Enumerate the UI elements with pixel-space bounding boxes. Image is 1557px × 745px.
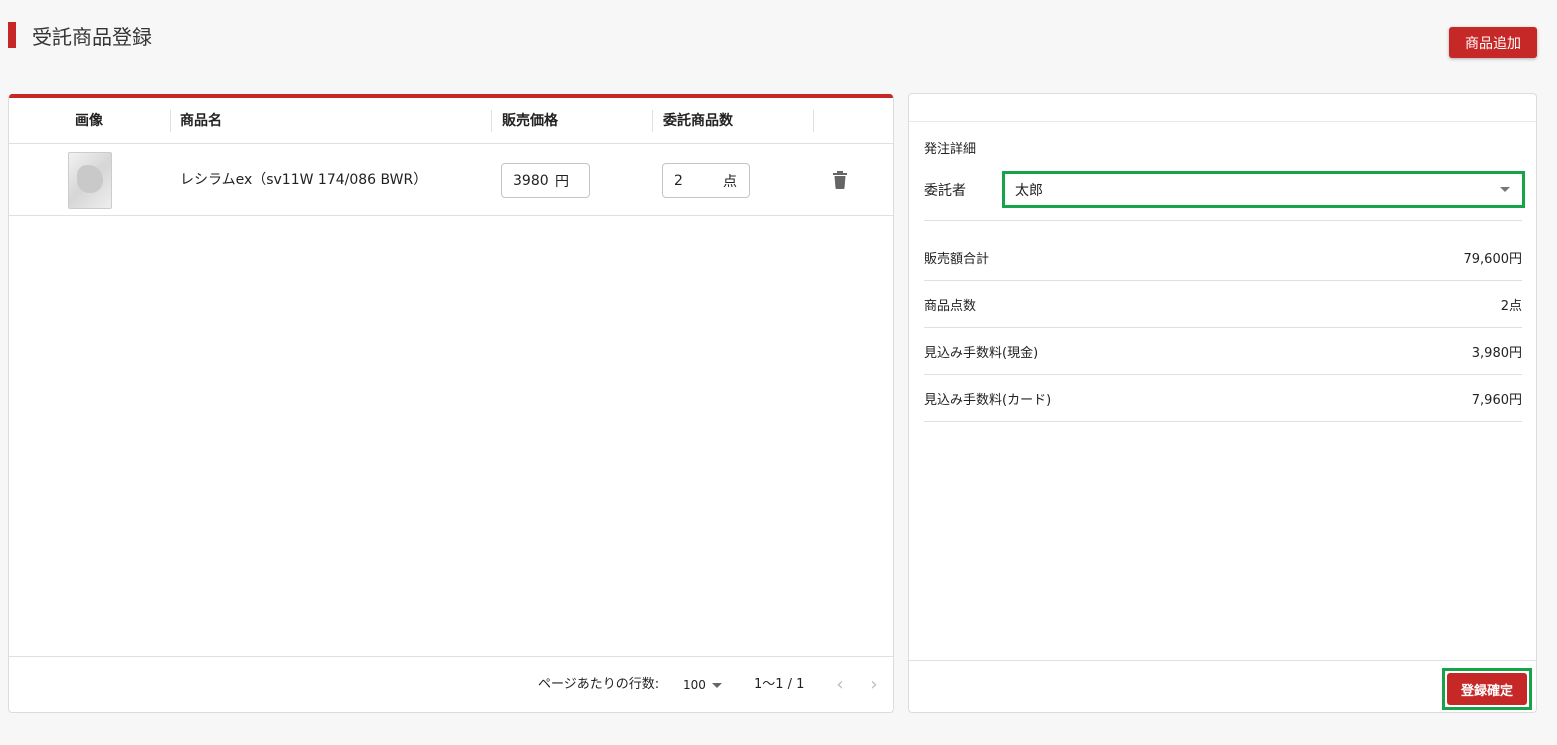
column-header-quantity: 委託商品数 [663,113,733,129]
summary-value: 7,960円 [1471,392,1522,408]
quantity-field: 点 [662,163,750,198]
add-product-button[interactable]: 商品追加 [1449,27,1537,58]
summary-label: 見込み手数料(現金) [924,345,1039,361]
summary-row-sales-total: 販売額合計 79,600円 [924,234,1522,281]
title-accent-bar [8,22,16,48]
order-details-panel: 発注詳細 委託者 太郎 販売額合計 79,600円 商品点数 2点 見込み手数料… [908,93,1537,713]
summary-value: 79,600円 [1463,251,1523,267]
pagination-range: 1〜1 / 1 [754,677,805,692]
consignor-select[interactable]: 太郎 [1002,171,1525,208]
quantity-input[interactable] [663,172,723,189]
summary-label: 見込み手数料(カード) [924,392,1052,408]
price-field: 円 [501,163,590,198]
trash-icon[interactable] [832,171,848,189]
table-row: レシラムex（sv11W 174/086 BWR） 円 点 [9,144,893,216]
price-input[interactable] [502,172,548,189]
rows-per-page-select[interactable]: 100 [683,657,722,712]
column-header-price: 販売価格 [502,113,558,129]
product-thumbnail[interactable] [68,152,112,209]
table-header: 画像 商品名 販売価格 委託商品数 [9,98,893,144]
summary-label: 商品点数 [924,298,977,314]
product-table-panel: 画像 商品名 販売価格 委託商品数 レシラムex（sv11W 174/086 B… [8,94,894,713]
confirm-registration-button[interactable]: 登録確定 [1447,673,1527,705]
column-separator [491,110,492,132]
divider [924,220,1522,221]
rows-per-page-label: ページあたりの行数: [538,677,660,692]
details-panel-footer: 登録確定 [909,660,1536,712]
summary-row-fee-cash: 見込み手数料(現金) 3,980円 [924,328,1522,375]
column-separator [170,110,171,132]
column-separator [813,110,814,132]
summary-value: 3,980円 [1471,345,1522,361]
page-title: 受託商品登録 [32,24,152,49]
caret-down-icon [1500,187,1510,192]
rows-per-page-value: 100 [683,678,706,692]
summary-row-fee-card: 見込み手数料(カード) 7,960円 [924,375,1522,422]
column-header-name: 商品名 [180,113,222,129]
quantity-unit: 点 [723,173,737,190]
caret-down-icon [711,682,722,688]
consignor-label: 委託者 [924,183,966,199]
price-unit: 円 [555,173,569,190]
confirm-button-highlight: 登録確定 [1442,668,1532,710]
next-page-icon[interactable]: › [866,657,882,712]
product-name: レシラムex（sv11W 174/086 BWR） [180,172,428,188]
details-panel-header [909,94,1536,122]
section-title: 発注詳細 [924,142,977,157]
summary-row-item-count: 商品点数 2点 [924,281,1522,328]
table-pagination: ページあたりの行数: 100 1〜1 / 1 ‹ › [9,656,893,712]
page-header: 受託商品登録 [8,22,152,49]
summary-value: 2点 [1500,298,1522,314]
consignor-value: 太郎 [1015,182,1043,199]
column-header-image: 画像 [75,113,103,129]
summary-label: 販売額合計 [924,251,990,267]
prev-page-icon[interactable]: ‹ [832,657,848,712]
column-separator [652,110,653,132]
